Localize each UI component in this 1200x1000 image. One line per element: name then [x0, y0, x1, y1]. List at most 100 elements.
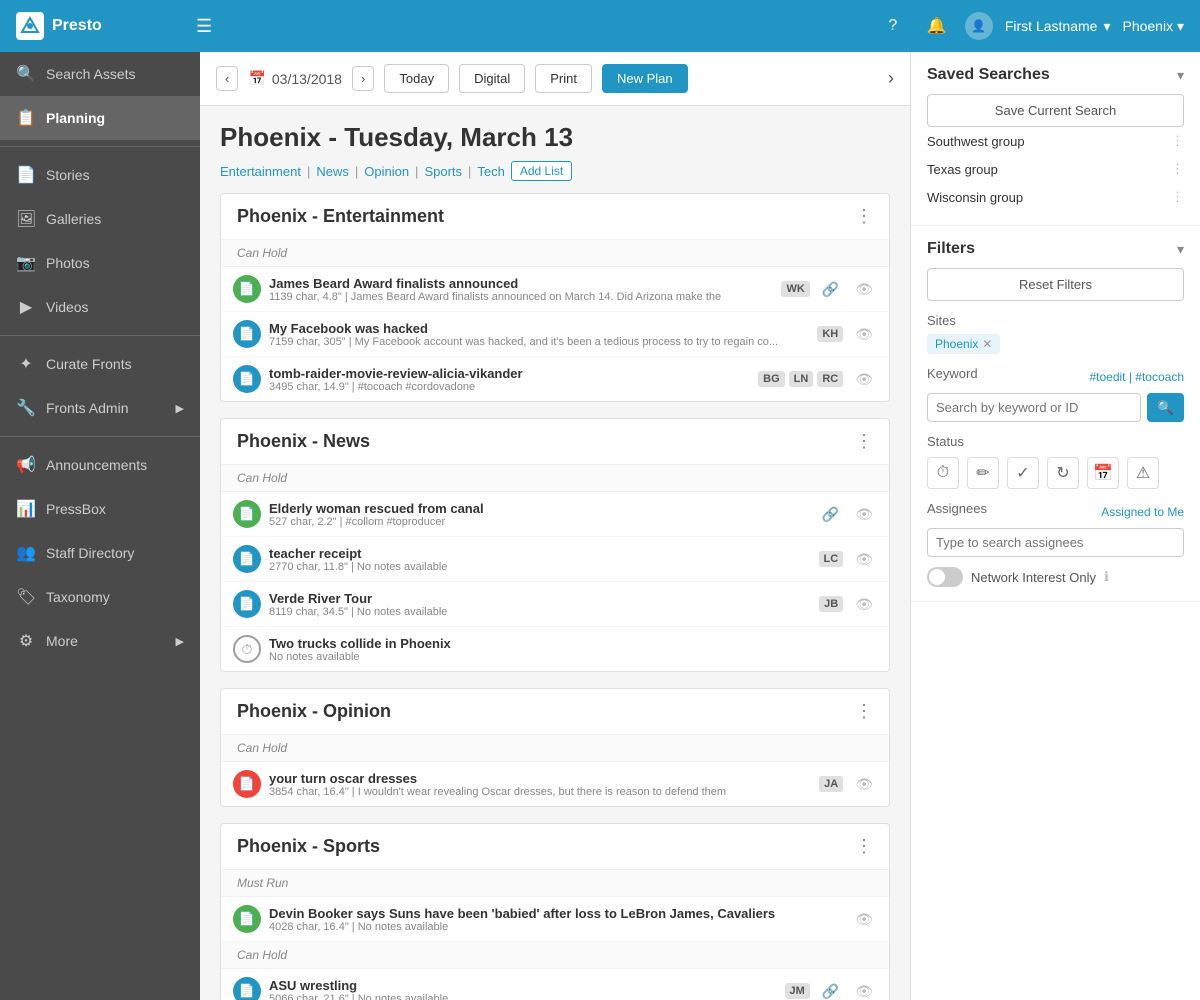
digital-button[interactable]: Digital — [459, 64, 525, 93]
status-warning-icon[interactable]: ⚠ — [1127, 457, 1159, 489]
sidebar-item-pressbox[interactable]: 📊 PressBox — [0, 487, 200, 531]
article-title[interactable]: ASU wrestling — [269, 978, 777, 993]
notifications-icon[interactable]: 🔔 — [921, 10, 953, 42]
toolbar-right-arrow[interactable]: › — [888, 68, 894, 89]
add-list-button[interactable]: Add List — [511, 161, 572, 181]
sidebar-item-fronts-admin[interactable]: 🔧 Fronts Admin ▶ — [0, 386, 200, 430]
section-sports-menu[interactable]: ⋮ — [855, 836, 873, 857]
sidebar-item-staff-directory[interactable]: 👥 Staff Directory — [0, 531, 200, 575]
app-name: Presto — [52, 17, 102, 35]
article-title[interactable]: tomb-raider-movie-review-alicia-vikander — [269, 366, 750, 381]
nav-opinion[interactable]: Opinion — [364, 164, 409, 179]
eye-icon[interactable]: 👁 — [851, 279, 877, 300]
section-news-subheader: Can Hold — [221, 465, 889, 492]
article-meta: No notes available — [269, 651, 877, 663]
link-icon[interactable]: 🔗 — [818, 279, 843, 300]
today-button[interactable]: Today — [384, 64, 449, 93]
link-icon[interactable]: 🔗 — [818, 981, 843, 1000]
section-entertainment-menu[interactable]: ⋮ — [855, 206, 873, 227]
sidebar-item-stories[interactable]: 📄 Stories — [0, 153, 200, 197]
saved-search-menu[interactable]: ⋮ — [1171, 189, 1184, 205]
hamburger-icon[interactable]: ☰ — [196, 16, 212, 37]
article-row: 📄 Verde River Tour 8119 char, 34.5" | No… — [221, 582, 889, 627]
prev-date-button[interactable]: ‹ — [216, 66, 238, 91]
sidebar-item-curate-fronts[interactable]: ✦ Curate Fronts — [0, 342, 200, 386]
keyword-search-button[interactable]: 🔍 — [1147, 393, 1184, 422]
user-name[interactable]: First Lastname ▾ — [1005, 18, 1111, 35]
sidebar-item-photos[interactable]: 📷 Photos — [0, 241, 200, 285]
badge-row: JM — [785, 983, 810, 999]
saved-search-label[interactable]: Texas group — [927, 162, 998, 177]
article-title[interactable]: teacher receipt — [269, 546, 811, 561]
section-opinion-menu[interactable]: ⋮ — [855, 701, 873, 722]
remove-site-tag[interactable]: ✕ — [982, 337, 992, 351]
assigned-to-me-link[interactable]: Assigned to Me — [1101, 505, 1184, 519]
status-check-icon[interactable]: ✓ — [1007, 457, 1039, 489]
assignees-input[interactable] — [927, 528, 1184, 557]
eye-icon[interactable]: 👁 — [851, 774, 877, 795]
article-title[interactable]: Two trucks collide in Phoenix — [269, 636, 877, 651]
sidebar-item-taxonomy[interactable]: 🏷 Taxonomy — [0, 575, 200, 619]
nav-sports[interactable]: Sports — [424, 164, 462, 179]
status-clock-icon[interactable]: ⏱ — [927, 457, 959, 489]
eye-icon[interactable]: 👁 — [851, 981, 877, 1000]
eye-icon[interactable]: 👁 — [851, 594, 877, 615]
saved-searches-header: Saved Searches ▾ — [927, 66, 1184, 84]
article-title[interactable]: My Facebook was hacked — [269, 321, 809, 336]
keyword-search-input[interactable] — [927, 393, 1141, 422]
info-icon[interactable]: ℹ — [1104, 569, 1109, 585]
filters-toggle[interactable]: ▾ — [1177, 241, 1184, 258]
section-opinion-header: Phoenix - Opinion ⋮ — [221, 689, 889, 735]
more-arrow: ▶ — [176, 635, 184, 648]
eye-icon[interactable]: 👁 — [851, 504, 877, 525]
tocoach-link[interactable]: #tocoach — [1135, 370, 1184, 384]
badge: JM — [785, 983, 810, 999]
eye-icon[interactable]: 👁 — [851, 549, 877, 570]
status-label: Status — [927, 434, 1184, 449]
help-icon[interactable]: ? — [877, 10, 909, 42]
article-title[interactable]: Devin Booker says Suns have been 'babied… — [269, 906, 843, 921]
status-refresh-icon[interactable]: ↻ — [1047, 457, 1079, 489]
eye-icon[interactable]: 👁 — [851, 369, 877, 390]
nav-tech[interactable]: Tech — [477, 164, 504, 179]
article-title[interactable]: your turn oscar dresses — [269, 771, 811, 786]
article-icon: 📄 — [233, 500, 261, 528]
section-entertainment-subheader: Can Hold — [221, 240, 889, 267]
saved-search-menu[interactable]: ⋮ — [1171, 161, 1184, 177]
sidebar-item-more[interactable]: ⚙ More ▶ — [0, 619, 200, 663]
save-current-search-button[interactable]: Save Current Search — [927, 94, 1184, 127]
status-edit-icon[interactable]: ✏ — [967, 457, 999, 489]
eye-icon[interactable]: 👁 — [851, 909, 877, 930]
print-button[interactable]: Print — [535, 64, 592, 93]
nav-entertainment[interactable]: Entertainment — [220, 164, 301, 179]
link-icon[interactable]: 🔗 — [818, 504, 843, 525]
badge-row: JB — [819, 596, 843, 612]
saved-search-label[interactable]: Southwest group — [927, 134, 1025, 149]
app-logo[interactable]: Presto — [16, 12, 176, 40]
section-news-menu[interactable]: ⋮ — [855, 431, 873, 452]
saved-searches-toggle[interactable]: ▾ — [1177, 67, 1184, 84]
article-icon: ⏱ — [233, 635, 261, 663]
saved-search-menu[interactable]: ⋮ — [1171, 133, 1184, 149]
article-meta: 2770 char, 11.8" | No notes available — [269, 561, 811, 573]
stories-icon: 📄 — [16, 165, 36, 185]
reset-filters-button[interactable]: Reset Filters — [927, 268, 1184, 301]
sidebar-item-search-assets[interactable]: 🔍 Search Assets — [0, 52, 200, 96]
status-calendar-icon[interactable]: 📅 — [1087, 457, 1119, 489]
saved-search-label[interactable]: Wisconsin group — [927, 190, 1023, 205]
sidebar-item-planning[interactable]: 📋 Planning — [0, 96, 200, 140]
nav-news[interactable]: News — [316, 164, 349, 179]
network-interest-toggle[interactable] — [927, 567, 963, 587]
sidebar-item-announcements[interactable]: 📢 Announcements — [0, 443, 200, 487]
sidebar-item-videos[interactable]: ▶ Videos — [0, 285, 200, 329]
sidebar-item-galleries[interactable]: 🖼 Galleries — [0, 197, 200, 241]
site-tag: Phoenix ✕ — [927, 334, 1000, 354]
next-date-button[interactable]: › — [352, 66, 374, 91]
site-selector[interactable]: Phoenix ▾ — [1122, 18, 1184, 35]
toedit-link[interactable]: #toedit — [1089, 370, 1125, 384]
article-title[interactable]: Elderly woman rescued from canal — [269, 501, 810, 516]
article-title[interactable]: James Beard Award finalists announced — [269, 276, 773, 291]
new-plan-button[interactable]: New Plan — [602, 64, 688, 93]
eye-icon[interactable]: 👁 — [851, 324, 877, 345]
article-title[interactable]: Verde River Tour — [269, 591, 811, 606]
